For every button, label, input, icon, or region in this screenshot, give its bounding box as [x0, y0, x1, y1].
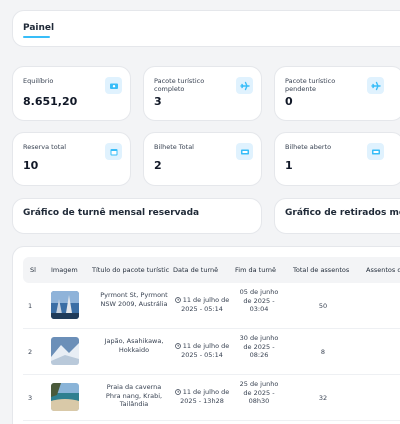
row-end: 30 de junho de 2025 - 08:26 [239, 334, 279, 359]
calendar-icon [105, 143, 122, 160]
row-reserved: 27 [393, 394, 400, 403]
stat-label: Equilíbrio [23, 77, 54, 85]
airplane-icon [367, 77, 384, 94]
airplane-icon [236, 77, 253, 94]
clock-icon [174, 343, 181, 349]
row-sl: 1 [28, 302, 33, 310]
clock-icon [174, 297, 181, 303]
row-title: Pyrmont St, Pyrmont NSW 2009, Austrália [100, 291, 168, 308]
row-start: 11 de julho de 2025 - 05:14 [173, 296, 231, 313]
row-sl: 3 [28, 394, 33, 402]
ticket-icon [367, 143, 384, 160]
stat-label: Bilhete aberto [285, 143, 332, 151]
monthly-tour-chart-card: Gráfico de turnê mensal reservada [12, 198, 262, 234]
col-header-reserved: Assentos d [366, 266, 400, 274]
monthly-withdrawal-chart-card: Gráfico de retirados mensa [274, 198, 400, 234]
col-header-sl: Sl [30, 266, 36, 274]
stat-card-total-booking: Reserva total 10 [12, 132, 131, 186]
table-row[interactable]: 2 Japão, Asahikawa, Hokkaido 11 de julho… [23, 329, 400, 375]
package-thumbnail [51, 291, 79, 319]
col-header-seats: Total de assentos [293, 266, 350, 274]
row-start: 11 de julho de 2025 - 05:14 [173, 342, 231, 359]
stat-value: 3 [154, 95, 162, 108]
stat-card-complete-package: Pacote turístico completo 3 [143, 66, 262, 121]
row-reserved: 46 [393, 302, 400, 311]
clock-icon [174, 389, 181, 395]
ticket-icon [236, 143, 253, 160]
row-seats: 50 [318, 302, 328, 310]
stat-label: Pacote turístico completo [154, 77, 205, 93]
stat-label: Reserva total [23, 143, 67, 151]
stat-label: Bilhete Total [154, 143, 194, 151]
stat-card-total-ticket: Bilhete Total 2 [143, 132, 262, 186]
packages-table-card: Sl Imagem Título do pacote turístic Data… [12, 246, 400, 424]
stat-value: 8.651,20 [23, 95, 78, 108]
wallet-icon [105, 77, 122, 94]
row-title: Praia da caverna Phra nang, Krabi, Tailâ… [105, 383, 163, 408]
chart-title: Gráfico de retirados mensa [285, 208, 400, 218]
col-header-start: Data de turnê [173, 266, 219, 274]
col-header-image: Imagem [51, 266, 78, 274]
table-row[interactable]: 1 Pyrmont St, Pyrmont NSW 2009, Austráli… [23, 283, 400, 329]
row-start: 11 de julho de 2025 - 13h28 [173, 388, 231, 405]
stat-card-balance: Equilíbrio 8.651,20 [12, 66, 131, 121]
row-sl: 2 [28, 348, 33, 356]
package-thumbnail [51, 383, 79, 411]
page-title[interactable]: Painel [23, 23, 54, 33]
table-header: Sl Imagem Título do pacote turístic Data… [23, 257, 400, 283]
stat-card-pending-package: Pacote turístico pendente 0 [274, 66, 400, 121]
col-header-title: Título do pacote turístic [92, 266, 170, 274]
stat-value: 0 [285, 95, 293, 108]
stat-card-open-ticket: Bilhete aberto 1 [274, 132, 400, 186]
package-thumbnail [51, 337, 79, 365]
active-tab-underline [23, 36, 50, 38]
row-end: 25 de junho de 2025 - 08h30 [239, 380, 279, 405]
stat-value: 10 [23, 159, 39, 172]
row-seats: 32 [318, 394, 328, 402]
chart-title: Gráfico de turnê mensal reservada [23, 208, 200, 218]
row-title: Japão, Asahikawa, Hokkaido [104, 337, 164, 354]
stat-label: Pacote turístico pendente [285, 77, 336, 93]
row-seats: 8 [320, 348, 326, 356]
table-row[interactable]: 3 Praia da caverna Phra nang, Krabi, Tai… [23, 375, 400, 421]
row-reserved: 8 [393, 348, 400, 357]
col-header-end: Fim da turnê [235, 266, 276, 274]
page-header: Painel [12, 10, 400, 47]
stat-value: 1 [285, 159, 293, 172]
row-end: 05 de junho de 2025 - 03:04 [239, 288, 279, 313]
stat-value: 2 [154, 159, 162, 172]
